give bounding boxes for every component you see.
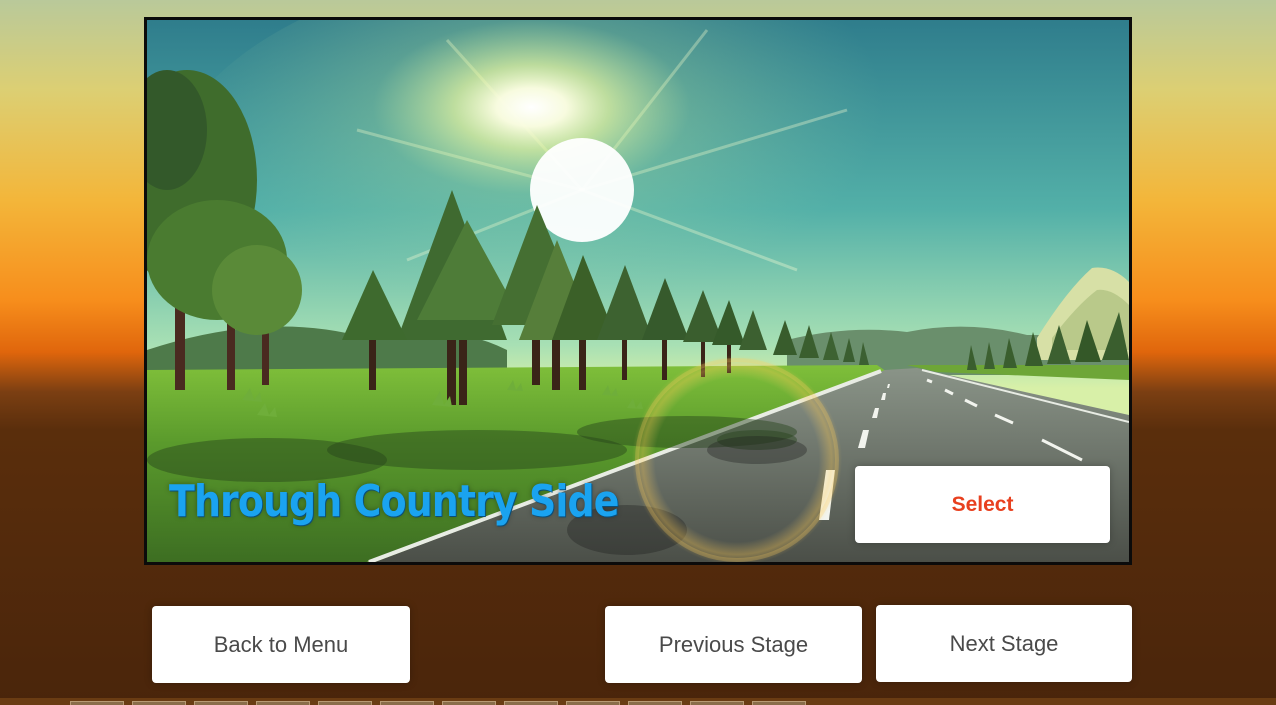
select-button[interactable]: Select [855,466,1110,543]
bottom-slot [504,701,558,705]
bottom-slot [194,701,248,705]
bottom-slot [442,701,496,705]
bottom-slot [566,701,620,705]
bottom-slot [318,701,372,705]
bottom-slot [628,701,682,705]
stage-preview: Through Country Side Select [144,17,1132,565]
bottom-slot [256,701,310,705]
bottom-slot [132,701,186,705]
bottom-slot [752,701,806,705]
bottom-slot [690,701,744,705]
stage-title: Through Country Side [169,476,619,527]
next-stage-button[interactable]: Next Stage [876,605,1132,682]
bottom-slot [70,701,124,705]
previous-stage-button[interactable]: Previous Stage [605,606,862,683]
bottom-slot [380,701,434,705]
back-to-menu-button[interactable]: Back to Menu [152,606,410,683]
